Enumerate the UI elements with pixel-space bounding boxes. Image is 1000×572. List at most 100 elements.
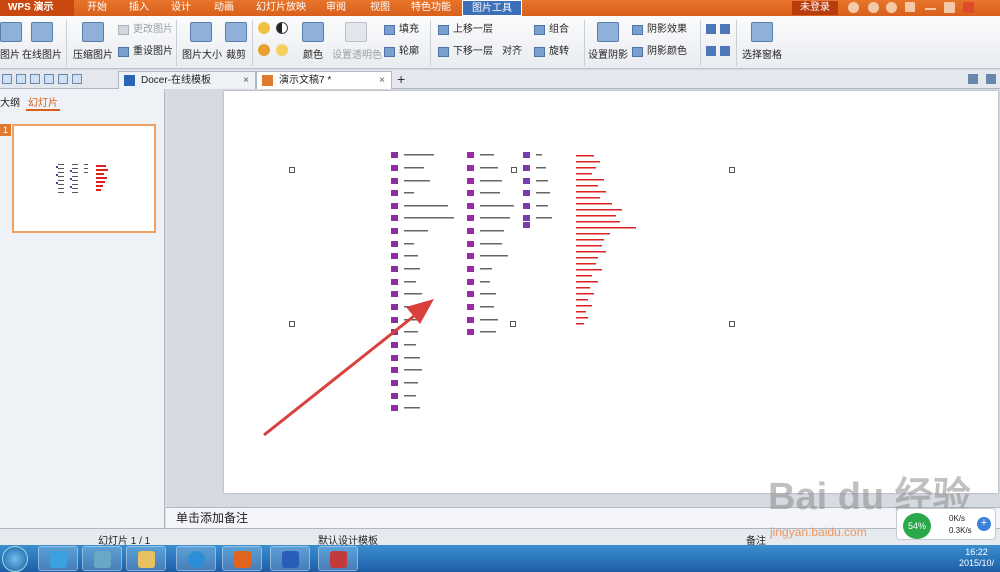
start-button[interactable]	[2, 546, 28, 572]
save-icon[interactable]	[2, 74, 12, 84]
taskbar-wps-presentation[interactable]	[222, 546, 262, 571]
slide-canvas[interactable]	[224, 91, 998, 493]
resize-handle-right[interactable]	[729, 321, 735, 327]
print-icon[interactable]	[30, 74, 40, 84]
tab-slideshow[interactable]: 幻灯片放映	[250, 0, 312, 16]
outline-icon	[384, 47, 395, 57]
app-menu-button[interactable]: WPS 演示	[0, 0, 74, 16]
change-picture-button[interactable]: 更改图片	[118, 23, 173, 37]
set-transparent-button[interactable]: 设置透明色	[332, 22, 382, 61]
align-button[interactable]: 对齐	[490, 45, 522, 59]
reset-picture-icon	[118, 47, 129, 57]
new-tab-button[interactable]: +	[397, 71, 405, 87]
taskbar-wps-writer[interactable]	[270, 546, 310, 571]
online-picture-button[interactable]: 在线图片	[22, 22, 62, 61]
nudge-right-icon[interactable]	[720, 46, 730, 56]
resize-handle-top-left[interactable]	[289, 167, 295, 173]
shadow-color-button[interactable]: 阴影颜色	[632, 45, 687, 59]
tab-docer-templates[interactable]: Docer-在线模板 ×	[118, 71, 256, 89]
selection-pane-button[interactable]: 选择窗格	[742, 22, 782, 61]
tab-review[interactable]: 审阅	[316, 0, 356, 16]
tab-animation[interactable]: 动画	[205, 0, 243, 16]
resize-handle-bottom[interactable]	[510, 321, 516, 327]
tab-home[interactable]: 开始	[78, 0, 116, 16]
network-monitor-widget[interactable]: 54% 0K/s 0.3K/s +	[896, 508, 996, 540]
bring-forward-button[interactable]: 上移一层	[438, 23, 493, 37]
taskbar-app-7[interactable]	[318, 546, 358, 571]
rotate-button[interactable]: 旋转	[534, 45, 569, 59]
group-button[interactable]: 组合	[534, 23, 569, 37]
contrast-icon[interactable]	[276, 22, 288, 34]
tab-outline[interactable]: 大纲	[0, 94, 20, 109]
resize-handle-top[interactable]	[511, 167, 517, 173]
skin-icon[interactable]	[848, 2, 859, 13]
maximize-icon[interactable]	[944, 2, 955, 13]
notes-placeholder: 单击添加备注	[176, 511, 249, 525]
color-button[interactable]: 颜色	[296, 22, 330, 61]
windows-taskbar: 16:22 2015/10/	[0, 545, 1000, 572]
feedback-icon[interactable]	[868, 2, 879, 13]
tab-slides[interactable]: 幻灯片	[28, 94, 58, 109]
tab-picture-tools[interactable]: 图片工具	[462, 0, 522, 16]
reset-picture-button[interactable]: 重设图片	[118, 45, 173, 59]
watermark-url: jingyan.baidu.com	[770, 525, 867, 539]
set-shadow-button[interactable]: 设置阴影	[588, 22, 628, 61]
tab-insert[interactable]: 插入	[120, 0, 158, 16]
close-tab-button[interactable]: ×	[243, 72, 249, 89]
picture-icon-list	[391, 152, 636, 411]
print-preview-icon[interactable]	[44, 74, 54, 84]
help-icon[interactable]	[886, 2, 897, 13]
accelerate-button[interactable]: +	[977, 517, 991, 531]
redo-icon[interactable]	[72, 74, 82, 84]
app-icon	[330, 551, 347, 568]
slide-thumbnail[interactable]	[12, 124, 156, 233]
tab-view[interactable]: 视图	[360, 0, 400, 16]
send-backward-button[interactable]: 下移一层	[438, 45, 493, 59]
rotate-icon	[534, 47, 545, 57]
taskbar-browser[interactable]	[176, 546, 216, 571]
export-pdf-icon[interactable]	[16, 74, 26, 84]
tab-design[interactable]: 设计	[162, 0, 200, 16]
contrast-down-icon[interactable]	[276, 44, 288, 56]
browser-icon	[188, 551, 205, 568]
nudge-up-icon[interactable]	[706, 24, 716, 34]
system-clock[interactable]: 16:22 2015/10/	[959, 547, 994, 569]
outline-button[interactable]: 轮廓	[384, 45, 419, 59]
send-backward-icon	[438, 47, 449, 57]
close-icon[interactable]	[963, 2, 974, 13]
group-icon	[534, 25, 545, 35]
resize-handle-top-right[interactable]	[729, 167, 735, 173]
slide-editor	[166, 89, 1000, 507]
picture-icon	[0, 22, 22, 42]
shadow-effect-icon	[632, 25, 643, 35]
ribbon-divider	[700, 20, 701, 66]
pin-icon[interactable]	[968, 74, 978, 84]
presentation-icon	[262, 75, 273, 86]
color-icon	[302, 22, 324, 42]
undo-icon[interactable]	[58, 74, 68, 84]
collapse-ribbon-icon[interactable]	[986, 74, 996, 84]
resize-handle-left[interactable]	[289, 321, 295, 327]
wps-writer-icon	[282, 551, 299, 568]
close-tab-button[interactable]: ×	[379, 72, 385, 89]
tab-features[interactable]: 特色功能	[404, 0, 458, 16]
login-button[interactable]: 未登录	[792, 1, 838, 15]
brightness-down-icon[interactable]	[258, 44, 270, 56]
compress-picture-button[interactable]: 压缩图片	[72, 22, 114, 61]
crop-button[interactable]: 裁剪	[224, 22, 248, 61]
taskbar-app-2[interactable]	[82, 546, 122, 571]
picture-size-button[interactable]: 图片大小	[182, 22, 222, 61]
taskbar-app-1[interactable]	[38, 546, 78, 571]
wps-presentation-window: WPS 演示 开始 插入 设计 动画 幻灯片放映 审阅 视图 特色功能 图片工具…	[0, 0, 1000, 572]
fill-button[interactable]: 填充	[384, 23, 419, 37]
shadow-effect-button[interactable]: 阴影效果	[632, 23, 687, 37]
brightness-icon[interactable]	[258, 22, 270, 34]
slide-thumbnail-preview	[56, 164, 108, 193]
nudge-down-icon[interactable]	[706, 46, 716, 56]
nudge-left-icon[interactable]	[720, 24, 730, 34]
tab-presentation-7[interactable]: 演示文稿7 * ×	[256, 71, 392, 89]
insert-picture-button[interactable]: 图片	[0, 22, 22, 61]
minimize-icon[interactable]	[925, 8, 936, 10]
taskbar-app-3[interactable]	[126, 546, 166, 571]
restore-icon[interactable]	[905, 2, 915, 12]
